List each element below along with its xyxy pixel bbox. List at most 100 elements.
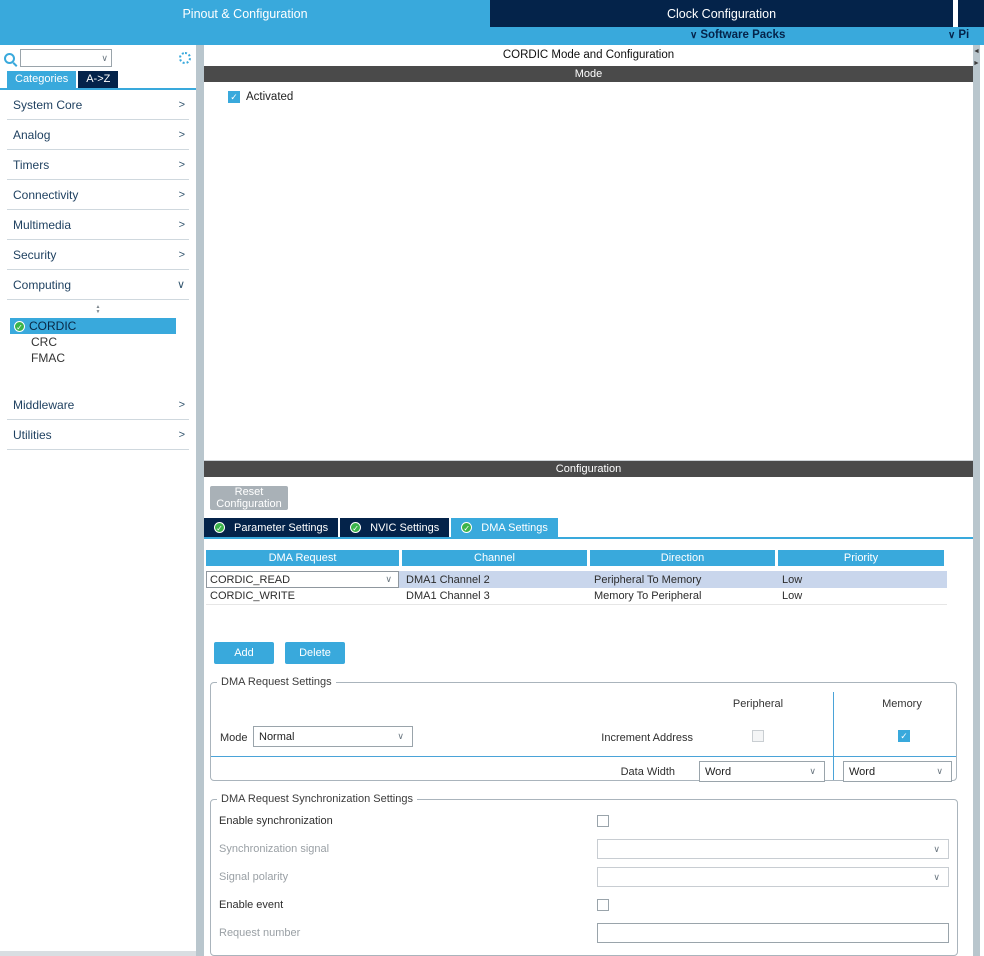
chevron-right-icon: >: [179, 399, 185, 411]
chevron-down-icon: ∨: [948, 30, 955, 41]
enable-synchronization-checkbox[interactable]: ✓: [597, 815, 609, 827]
dropdown-arrow-icon: ∨: [933, 844, 943, 855]
chevron-right-icon: >: [179, 129, 185, 141]
dma-table: DMA Request Channel Direction Priority C…: [206, 550, 947, 605]
dropdown-arrow-icon: ∨: [397, 731, 407, 742]
column-header-direction[interactable]: Direction: [590, 550, 775, 566]
tab-label: Pinout & Configuration: [182, 7, 307, 21]
sidebar-item-timers[interactable]: Timers >: [7, 150, 189, 180]
tab-a-to-z[interactable]: A->Z: [78, 71, 118, 88]
gear-icon[interactable]: [179, 52, 191, 64]
configuration-section-header: Configuration: [204, 461, 973, 477]
sidebar-item-middleware[interactable]: Middleware >: [7, 390, 189, 420]
sidebar-item-crc[interactable]: CRC: [0, 334, 196, 350]
enable-event-checkbox[interactable]: ✓: [597, 899, 609, 911]
peripheral-data-width-select[interactable]: Word ∨: [699, 761, 825, 782]
collapse-right-icon[interactable]: ►: [973, 60, 980, 68]
tab-clock-configuration[interactable]: Clock Configuration: [490, 0, 953, 27]
delete-button[interactable]: Delete: [285, 642, 345, 664]
sidebar-splitter[interactable]: [196, 45, 204, 956]
sidebar-item-computing[interactable]: Computing ∨: [7, 270, 189, 300]
signal-polarity-label: Signal polarity: [219, 871, 597, 883]
sidebar-item-cordic[interactable]: ✓ CORDIC: [10, 318, 176, 334]
column-header-priority[interactable]: Priority: [778, 550, 944, 566]
peripheral-increment-checkbox[interactable]: ✓: [752, 730, 764, 742]
memory-column-label: Memory: [847, 698, 957, 710]
right-panel-edge: [980, 45, 984, 956]
software-packs-menu[interactable]: ∨Software Packs: [690, 29, 785, 41]
sidebar-item-utilities[interactable]: Utilities >: [7, 420, 189, 450]
sidebar-item-multimedia[interactable]: Multimedia >: [7, 210, 189, 240]
chevron-right-icon: >: [179, 219, 185, 231]
tab-categories[interactable]: Categories: [7, 71, 76, 88]
synchronization-signal-select[interactable]: ∨: [597, 839, 949, 859]
dma-request-select[interactable]: CORDIC_READ ∨: [206, 571, 399, 588]
increment-address-label: Increment Address: [539, 732, 693, 744]
mode-label: Mode: [220, 732, 248, 744]
dropdown-arrow-icon: ∨: [385, 574, 395, 585]
tab-label: Clock Configuration: [667, 7, 776, 21]
tab-dma-settings[interactable]: ✓ DMA Settings: [451, 518, 558, 537]
sidebar-item-security[interactable]: Security >: [7, 240, 189, 270]
data-width-label: Data Width: [539, 766, 675, 778]
request-number-input[interactable]: [597, 923, 949, 943]
column-header-dma-request[interactable]: DMA Request: [206, 550, 399, 566]
tab-nvic-settings[interactable]: ✓ NVIC Settings: [340, 518, 449, 537]
request-number-label: Request number: [219, 927, 597, 939]
ok-check-icon: ✓: [461, 522, 472, 533]
tab-pinout-and-configuration[interactable]: Pinout & Configuration: [0, 0, 490, 27]
search-input[interactable]: [21, 52, 91, 64]
sidebar-tabs: Categories A->Z: [0, 71, 196, 90]
memory-data-width-select[interactable]: Word ∨: [843, 761, 952, 782]
sidebar-item-connectivity[interactable]: Connectivity >: [7, 180, 189, 210]
page-title: CORDIC Mode and Configuration: [204, 45, 973, 66]
chevron-right-icon: >: [179, 249, 185, 261]
chevron-right-icon: >: [179, 159, 185, 171]
mode-section-header: Mode: [204, 66, 973, 82]
activated-label: Activated: [246, 91, 293, 103]
dropdown-arrow-icon[interactable]: ∨: [101, 53, 111, 64]
dropdown-arrow-icon: ∨: [809, 766, 819, 777]
signal-polarity-select[interactable]: ∨: [597, 867, 949, 887]
main-panel: CORDIC Mode and Configuration Mode ✓ Act…: [204, 45, 973, 956]
enabled-check-icon: ✓: [14, 321, 25, 332]
enable-synchronization-label: Enable synchronization: [219, 815, 597, 827]
ok-check-icon: ✓: [350, 522, 361, 533]
mode-select[interactable]: Normal ∨: [253, 726, 413, 747]
dropdown-arrow-icon: ∨: [936, 766, 946, 777]
stm32cubemx-window: Pinout & Configuration Clock Configurati…: [0, 0, 984, 956]
sidebar-bottom-strip: [0, 951, 196, 956]
computing-children: ▲ ▼ ✓ CORDIC CRC FMAC: [0, 300, 196, 390]
add-button[interactable]: Add: [214, 642, 274, 664]
column-divider: [833, 692, 834, 780]
sidebar-item-fmac[interactable]: FMAC: [0, 350, 196, 366]
reset-configuration-button[interactable]: Reset Configuration: [210, 486, 288, 510]
tab-parameter-settings[interactable]: ✓ Parameter Settings: [204, 518, 338, 537]
row-divider: [211, 756, 956, 757]
chevron-down-icon: ∨: [690, 30, 697, 41]
ok-check-icon: ✓: [214, 522, 225, 533]
synchronization-signal-label: Synchronization signal: [219, 843, 597, 855]
tab-partial[interactable]: [958, 0, 984, 27]
table-row[interactable]: CORDIC_READ ∨ DMA1 Channel 2 Peripheral …: [206, 571, 947, 588]
sort-toggle-icon[interactable]: ▲ ▼: [0, 303, 196, 318]
column-header-channel[interactable]: Channel: [402, 550, 587, 566]
search-combobox[interactable]: ∨: [20, 49, 112, 67]
pinout-menu[interactable]: ∨Pi: [948, 29, 984, 41]
collapse-left-icon[interactable]: ◄: [973, 48, 980, 56]
sidebar-item-system-core[interactable]: System Core >: [7, 90, 189, 120]
right-panel-splitter[interactable]: ◄ ►: [973, 45, 980, 956]
mode-panel: CORDIC Mode and Configuration Mode ✓ Act…: [204, 45, 973, 461]
sub-toolbar: ∨Software Packs ∨Pi: [0, 27, 984, 45]
dma-table-header: DMA Request Channel Direction Priority: [206, 550, 947, 566]
group-legend: DMA Request Synchronization Settings: [217, 793, 417, 805]
enable-event-label: Enable event: [219, 899, 597, 911]
table-row[interactable]: CORDIC_WRITE DMA1 Channel 3 Memory To Pe…: [206, 588, 947, 605]
dma-request-settings-group: DMA Request Settings Peripheral Memory M…: [210, 676, 957, 781]
chevron-right-icon: >: [179, 429, 185, 441]
top-tab-bar: Pinout & Configuration Clock Configurati…: [0, 0, 984, 27]
dma-sync-settings-group: DMA Request Synchronization Settings Ena…: [210, 793, 958, 956]
memory-increment-checkbox[interactable]: ✓: [898, 730, 910, 742]
activated-checkbox[interactable]: ✓: [228, 91, 240, 103]
sidebar-item-analog[interactable]: Analog >: [7, 120, 189, 150]
